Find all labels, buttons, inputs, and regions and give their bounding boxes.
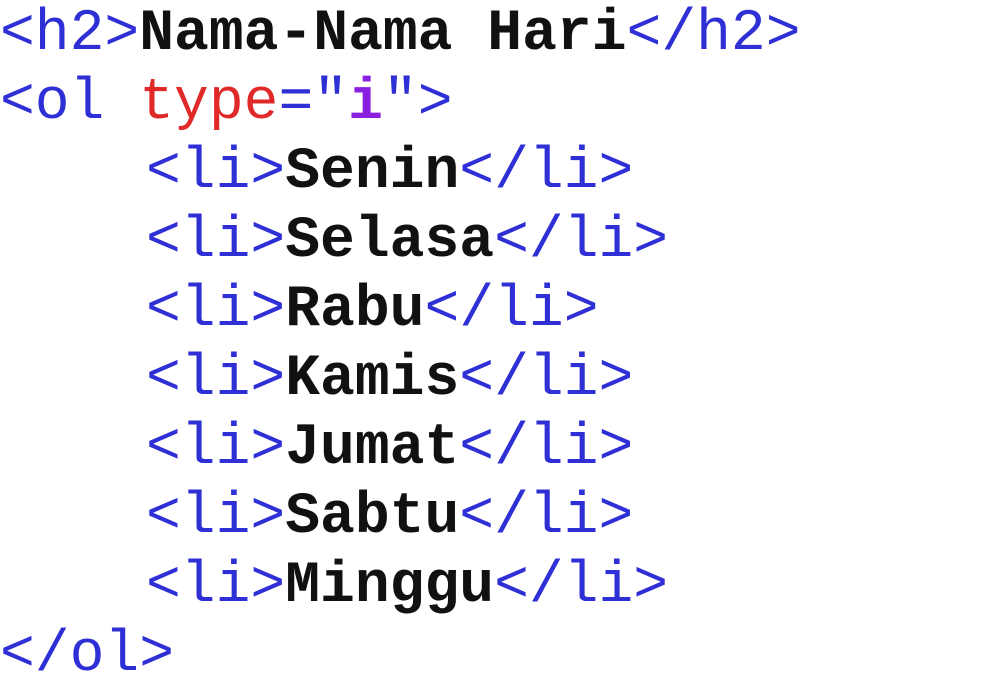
code-line-h2-open: <h2>Nama-Nama Hari</h2> <box>0 0 1000 69</box>
code-token: <ol <box>0 71 140 136</box>
code-token: </ol> <box>0 623 175 688</box>
code-token: Jumat <box>285 416 460 481</box>
code-token: </li> <box>459 485 634 550</box>
code-token: i <box>348 71 383 136</box>
code-token: </li> <box>459 140 634 205</box>
code-line-li: <li>Selasa</li> <box>0 207 1000 276</box>
code-token: </li> <box>424 278 599 343</box>
code-token: Minggu <box>285 554 495 619</box>
code-token: Rabu <box>285 278 425 343</box>
code-token: Nama-Nama Hari <box>139 2 627 67</box>
code-token: </h2> <box>626 2 801 67</box>
code-token: <li> <box>146 416 286 481</box>
code-token: <li> <box>146 209 286 274</box>
code-line-li: <li>Minggu</li> <box>0 552 1000 621</box>
code-token: <li> <box>146 485 286 550</box>
code-line-li: <li>Senin</li> <box>0 138 1000 207</box>
code-token: <li> <box>146 347 286 412</box>
code-token: <li> <box>146 140 286 205</box>
code-token: </li> <box>494 554 669 619</box>
code-token: <li> <box>146 554 286 619</box>
code-editor: <h2>Nama-Nama Hari</h2> <ol type="i"> <l… <box>0 0 1000 692</box>
code-line-li: <li>Rabu</li> <box>0 276 1000 345</box>
code-line-li: <li>Sabtu</li> <box>0 483 1000 552</box>
code-line-li: <li>Jumat</li> <box>0 414 1000 483</box>
code-token: <li> <box>146 278 286 343</box>
code-token: </li> <box>459 416 634 481</box>
code-token: </li> <box>494 209 669 274</box>
code-token: =" <box>278 71 349 136</box>
code-line-ol-open: <ol type="i"> <box>0 69 1000 138</box>
code-token: Senin <box>285 140 460 205</box>
code-token: Sabtu <box>285 485 460 550</box>
code-token: Selasa <box>285 209 495 274</box>
code-token: Kamis <box>285 347 460 412</box>
code-line-ol-close: </ol> <box>0 621 1000 690</box>
code-token: "> <box>382 71 453 136</box>
code-token: </li> <box>459 347 634 412</box>
code-token: type <box>139 71 279 136</box>
code-token: <h2> <box>0 2 140 67</box>
code-line-li: <li>Kamis</li> <box>0 345 1000 414</box>
